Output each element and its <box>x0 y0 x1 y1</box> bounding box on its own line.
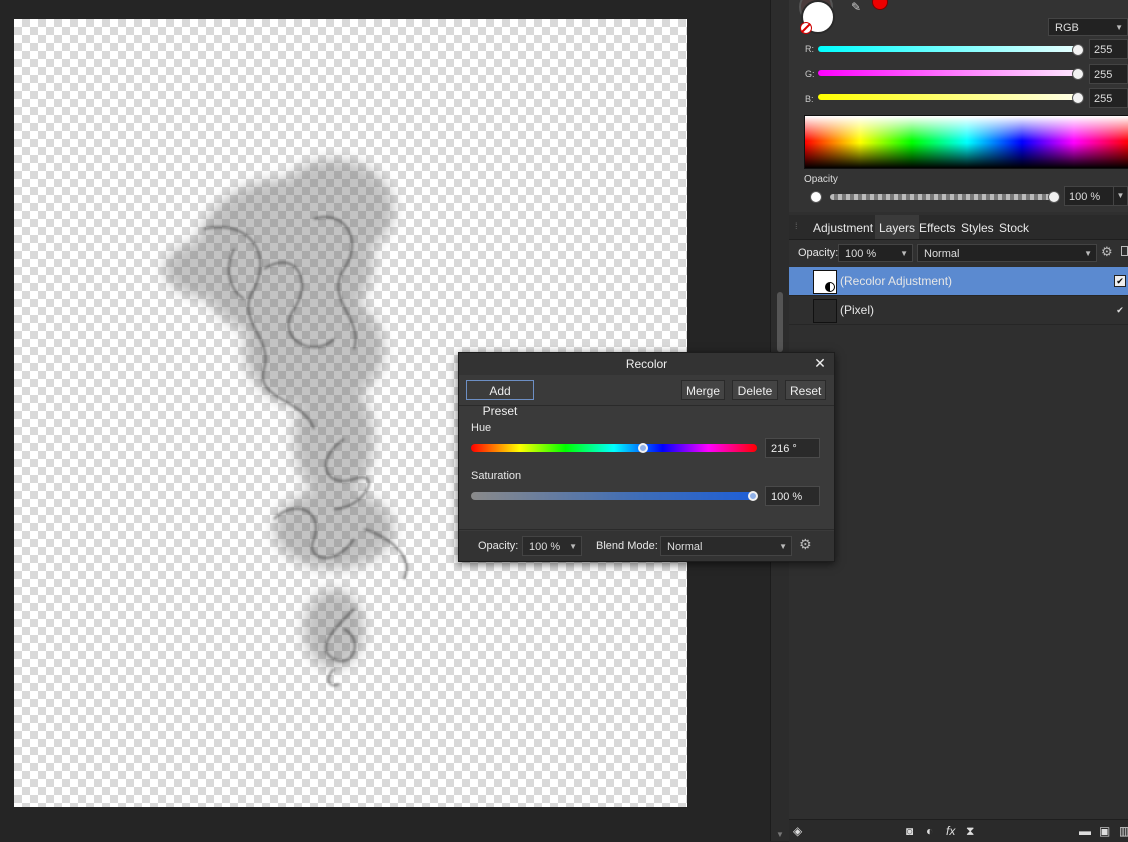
layer-row-recolor[interactable]: (Recolor Adjustment) ✔ <box>789 267 1128 296</box>
channel-b-knob[interactable] <box>1072 92 1084 104</box>
tab-effects[interactable]: Effects <box>915 215 959 239</box>
delete-button[interactable]: Delete <box>732 380 778 400</box>
blend-mode-select[interactable]: Normal ▼ <box>660 536 792 556</box>
saturation-label: Saturation <box>471 470 522 482</box>
dialog-opacity-value: 100 % <box>529 541 561 553</box>
layer-opacity-label: Opacity: <box>798 247 839 259</box>
folder-icon[interactable]: ▬ <box>1079 824 1091 838</box>
dialog-opacity-select[interactable]: 100 % ▼ <box>522 536 582 556</box>
layer-name: (Recolor Adjustment) <box>840 274 953 288</box>
recolor-dialog: Recolor ✕ Add Preset Merge Delete Reset … <box>458 352 835 562</box>
chevron-down-icon: ▼ <box>779 542 787 551</box>
tab-adjustment[interactable]: Adjustment <box>809 215 877 239</box>
chevron-down-icon: ▼ <box>1115 23 1123 32</box>
layer-visibility-checkbox[interactable]: ✔ <box>1114 304 1126 316</box>
channel-g-knob[interactable] <box>1072 68 1084 80</box>
tab-layers[interactable]: Layers <box>875 215 920 239</box>
scrollbar-thumb[interactable] <box>777 292 783 352</box>
opacity-knob[interactable] <box>1048 191 1060 203</box>
saturation-knob[interactable] <box>748 491 758 501</box>
layer-thumbnail <box>813 299 837 323</box>
opacity-value[interactable]: 100 % <box>1064 186 1116 206</box>
color-model-value: RGB <box>1055 22 1079 34</box>
layer-opacity-value: 100 % <box>845 248 877 260</box>
channel-g-slider[interactable] <box>818 70 1078 76</box>
channel-b-label: B: <box>805 94 814 104</box>
gear-icon[interactable]: ⚙ <box>1101 244 1113 260</box>
opacity-dropdown-icon[interactable]: ▼ <box>1113 186 1128 206</box>
close-icon[interactable]: ✕ <box>812 355 828 371</box>
mask-icon[interactable]: ◙ <box>906 824 913 838</box>
lock-icon[interactable] <box>1121 246 1128 256</box>
grip-icon[interactable]: ⁞ <box>795 221 798 231</box>
blend-mode-value: Normal <box>667 541 703 553</box>
fx-icon[interactable]: fx <box>946 824 955 838</box>
delete-icon[interactable]: ▥ <box>1119 824 1128 838</box>
opacity-swatch <box>810 191 822 203</box>
opacity-label: Opacity <box>804 174 838 185</box>
channel-r-slider[interactable] <box>818 46 1078 52</box>
layer-visibility-checkbox[interactable]: ✔ <box>1114 275 1126 287</box>
blend-mode-label: Blend Mode: <box>596 540 658 552</box>
panel-tabs: ⁞ Adjustment Layers Effects Styles Stock <box>789 215 1128 240</box>
adjustment-icon <box>825 282 835 292</box>
dialog-footer: Opacity: 100 % ▼ Blend Mode: Normal ▼ ⚙ <box>459 531 834 561</box>
layers-toolbar: ◈ ◙ ◐ fx ⧗ ▬ ▣ ▥ <box>789 819 1128 842</box>
layers-icon[interactable]: ◈ <box>793 824 802 838</box>
layer-opacity-select[interactable]: 100 % ▼ <box>838 244 913 262</box>
studio-panel: ✎ RGB ▼ R: 255 G: 255 B: 255 Opacity 100… <box>789 0 1128 842</box>
channel-r-value[interactable]: 255 <box>1089 39 1128 59</box>
adjustment-icon[interactable]: ◐ <box>926 824 933 838</box>
layer-row-pixel[interactable]: (Pixel) ✔ <box>789 296 1128 325</box>
hue-knob[interactable] <box>637 443 648 453</box>
channel-r-knob[interactable] <box>1072 44 1084 56</box>
layer-name: (Pixel) <box>840 303 875 317</box>
layer-thumbnail <box>813 270 837 294</box>
recent-color-swatch[interactable] <box>872 0 888 10</box>
chevron-down-icon: ▼ <box>900 249 908 258</box>
no-fill-icon[interactable] <box>800 22 812 34</box>
color-model-select[interactable]: RGB ▼ <box>1048 18 1128 36</box>
color-panel: ✎ RGB ▼ R: 255 G: 255 B: 255 Opacity 100… <box>789 0 1128 212</box>
opacity-slider[interactable] <box>830 194 1055 200</box>
scroll-down-icon[interactable]: ▼ <box>776 830 784 839</box>
hue-value[interactable]: 216 ° <box>765 438 820 458</box>
live-filter-icon[interactable]: ⧗ <box>966 824 974 839</box>
chevron-down-icon: ▼ <box>1084 249 1092 258</box>
saturation-slider[interactable] <box>471 492 753 500</box>
saturation-value[interactable]: 100 % <box>765 486 820 506</box>
add-preset-button[interactable]: Add Preset <box>466 380 534 418</box>
channel-b-slider[interactable] <box>818 94 1078 100</box>
hue-label: Hue <box>471 422 492 434</box>
new-layer-icon[interactable]: ▣ <box>1099 824 1110 838</box>
gear-icon[interactable]: ⚙ <box>799 536 812 553</box>
layer-blend-select[interactable]: Normal ▼ <box>917 244 1097 262</box>
eyedropper-icon[interactable]: ✎ <box>851 0 861 14</box>
layer-blend-value: Normal <box>924 248 960 260</box>
tab-styles[interactable]: Styles <box>957 215 998 239</box>
channel-b-value[interactable]: 255 <box>1089 88 1128 108</box>
layer-options-bar: Opacity: 100 % ▼ Normal ▼ ⚙ <box>789 240 1128 266</box>
reset-button[interactable]: Reset <box>785 380 826 400</box>
tab-stock[interactable]: Stock <box>995 215 1033 239</box>
dialog-opacity-label: Opacity: <box>478 540 519 552</box>
chevron-down-icon: ▼ <box>569 542 577 551</box>
channel-r-label: R: <box>805 44 814 54</box>
dialog-title: Recolor <box>459 353 834 375</box>
hue-slider[interactable] <box>471 444 757 452</box>
channel-g-label: G: <box>805 69 815 79</box>
merge-button[interactable]: Merge <box>681 380 725 400</box>
channel-g-value[interactable]: 255 <box>1089 64 1128 84</box>
color-spectrum[interactable] <box>804 115 1128 169</box>
